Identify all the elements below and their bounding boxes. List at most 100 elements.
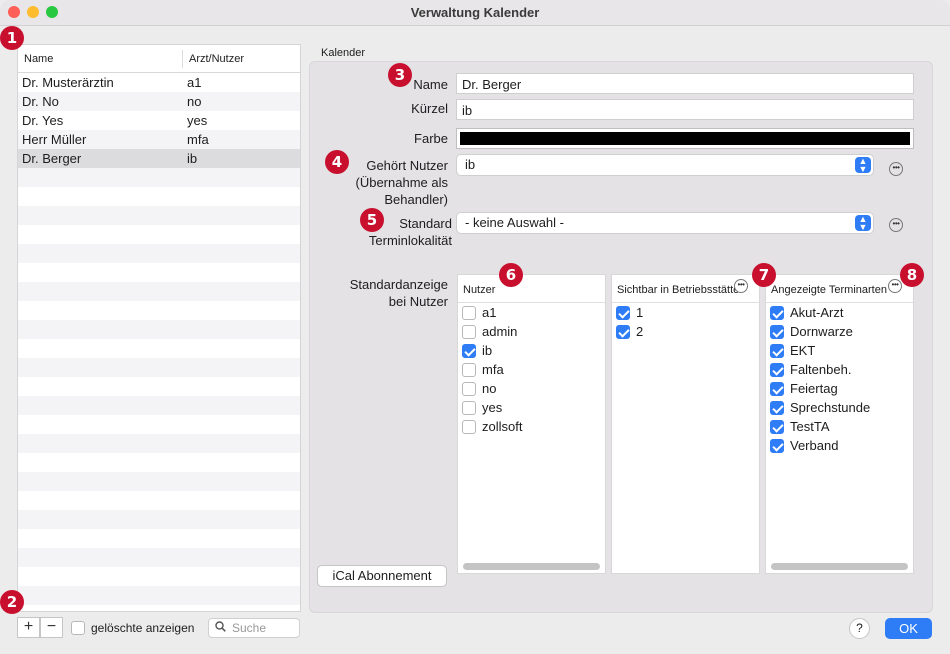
- annotation-badge-3: 3: [388, 63, 412, 87]
- search-placeholder: Suche: [232, 621, 267, 635]
- location-select[interactable]: - keine Auswahl - ▲ ▼: [456, 212, 874, 234]
- empty-list-row: [18, 320, 300, 339]
- users-row[interactable]: a1: [458, 303, 605, 322]
- types-label: Feiertag: [790, 381, 838, 396]
- users-checkbox[interactable]: [462, 400, 476, 415]
- calendar-list[interactable]: Name Arzt/Nutzer Dr. Musterärztin a1 Dr. N…: [17, 44, 301, 612]
- users-label: admin: [482, 324, 518, 339]
- show-deleted-toggle[interactable]: gelöschte anzeigen: [71, 620, 194, 635]
- ical-subscription-button[interactable]: iCal Abonnement: [317, 565, 447, 587]
- owner-label-line-2: (Übernahme als: [355, 175, 449, 190]
- empty-list-row: [18, 168, 300, 187]
- types-label: Dornwarze: [790, 324, 853, 339]
- types-row[interactable]: Faltenbeh.: [766, 360, 913, 379]
- types-row[interactable]: Sprechstunde: [766, 398, 913, 417]
- users-row[interactable]: yes: [458, 398, 605, 417]
- types-row[interactable]: Verband: [766, 436, 913, 455]
- users-row[interactable]: admin: [458, 322, 605, 341]
- users-row[interactable]: mfa: [458, 360, 605, 379]
- types-row[interactable]: Feiertag: [766, 379, 913, 398]
- types-row[interactable]: EKT: [766, 341, 913, 360]
- remove-calendar-button[interactable]: −: [40, 617, 63, 638]
- types-scrollbar[interactable]: [771, 563, 908, 570]
- users-table-header: Nutzer: [458, 275, 605, 303]
- short-field[interactable]: ib: [456, 99, 914, 120]
- name-field[interactable]: Dr. Berger: [456, 73, 914, 94]
- types-table[interactable]: Angezeigte Terminarten Akut-Arzt Dornwarz…: [765, 274, 914, 574]
- types-checkbox[interactable]: [770, 305, 784, 320]
- empty-list-row: [18, 415, 300, 434]
- types-checkbox[interactable]: [770, 438, 784, 453]
- list-item-user: ib: [187, 151, 198, 166]
- list-item[interactable]: Dr. No no: [18, 92, 300, 111]
- types-row[interactable]: Dornwarze: [766, 322, 913, 341]
- sites-table[interactable]: Sichtbar in Betriebsstätte 1 2 •••: [611, 274, 760, 574]
- list-toolbar: + − gelöschte anzeigen: [17, 617, 194, 638]
- types-checkbox[interactable]: [770, 419, 784, 434]
- popup-arrows-icon: ▲ ▼: [855, 215, 871, 232]
- types-row[interactable]: TestTA: [766, 417, 913, 436]
- list-item[interactable]: Dr. Berger ib: [18, 149, 300, 168]
- types-more-icon[interactable]: •••: [888, 279, 902, 293]
- sites-label: 1: [636, 305, 644, 320]
- help-button[interactable]: ?: [849, 618, 870, 639]
- users-checkbox[interactable]: [462, 381, 476, 396]
- column-header-name[interactable]: Name: [18, 49, 183, 68]
- empty-list-row: [18, 548, 300, 567]
- types-row[interactable]: Akut-Arzt: [766, 303, 913, 322]
- users-checkbox[interactable]: [462, 305, 476, 320]
- annotation-badge-4: 4: [325, 150, 349, 174]
- empty-list-row: [18, 472, 300, 491]
- users-checkbox[interactable]: [462, 362, 476, 377]
- color-well[interactable]: [456, 128, 914, 149]
- owner-more-icon[interactable]: •••: [889, 162, 903, 176]
- types-label: Verband: [790, 438, 839, 453]
- list-item-name: Herr Müller: [22, 132, 87, 147]
- types-checkbox[interactable]: [770, 400, 784, 415]
- list-item[interactable]: Dr. Musterärztin a1: [18, 73, 300, 92]
- sites-row[interactable]: 1: [612, 303, 759, 322]
- types-label: EKT: [790, 343, 816, 358]
- users-row[interactable]: zollsoft: [458, 417, 605, 436]
- users-checkbox[interactable]: [462, 343, 476, 358]
- users-checkbox[interactable]: [462, 419, 476, 434]
- empty-list-row: [18, 491, 300, 510]
- users-row[interactable]: no: [458, 379, 605, 398]
- color-label: Farbe: [414, 131, 448, 146]
- types-label: Akut-Arzt: [790, 305, 844, 320]
- annotation-badge-1: 1: [0, 26, 24, 50]
- search-field[interactable]: Suche: [208, 618, 300, 638]
- list-item[interactable]: Herr Müller mfa: [18, 130, 300, 149]
- sites-row[interactable]: 2: [612, 322, 759, 341]
- sites-checkbox[interactable]: [616, 324, 630, 339]
- sites-checkbox[interactable]: [616, 305, 630, 320]
- users-scrollbar[interactable]: [463, 563, 600, 570]
- list-item-name: Dr. Yes: [22, 113, 64, 128]
- column-header-user[interactable]: Arzt/Nutzer: [183, 53, 244, 65]
- users-label: yes: [482, 400, 503, 415]
- location-more-icon[interactable]: •••: [889, 218, 903, 232]
- empty-list-row: [18, 358, 300, 377]
- calendar-list-rows: Dr. Musterärztin a1 Dr. No no Dr. Yes yes Herr…: [18, 73, 300, 605]
- sites-table-header-label: Sichtbar in Betriebsstätte: [617, 284, 740, 296]
- add-calendar-button[interactable]: +: [17, 617, 40, 638]
- types-checkbox[interactable]: [770, 362, 784, 377]
- color-swatch: [460, 132, 910, 145]
- users-checkbox[interactable]: [462, 324, 476, 339]
- empty-list-row: [18, 244, 300, 263]
- sites-more-icon[interactable]: •••: [734, 279, 748, 293]
- types-checkbox[interactable]: [770, 381, 784, 396]
- types-checkbox[interactable]: [770, 324, 784, 339]
- owner-select[interactable]: ib ▲ ▼: [456, 154, 874, 176]
- show-deleted-checkbox[interactable]: [71, 620, 85, 635]
- popup-arrows-icon: ▲ ▼: [855, 157, 871, 174]
- empty-list-row: [18, 434, 300, 453]
- types-checkbox[interactable]: [770, 343, 784, 358]
- users-table[interactable]: Nutzer a1 admin ib mfa no yes zollsoft: [457, 274, 606, 574]
- list-item[interactable]: Dr. Yes yes: [18, 111, 300, 130]
- empty-list-row: [18, 510, 300, 529]
- group-label: Kalender: [321, 47, 366, 59]
- ok-button[interactable]: OK: [885, 618, 932, 639]
- users-row[interactable]: ib: [458, 341, 605, 360]
- window: Verwaltung Kalender 1 2 3 4 5 6 7 8 Name…: [0, 0, 950, 654]
